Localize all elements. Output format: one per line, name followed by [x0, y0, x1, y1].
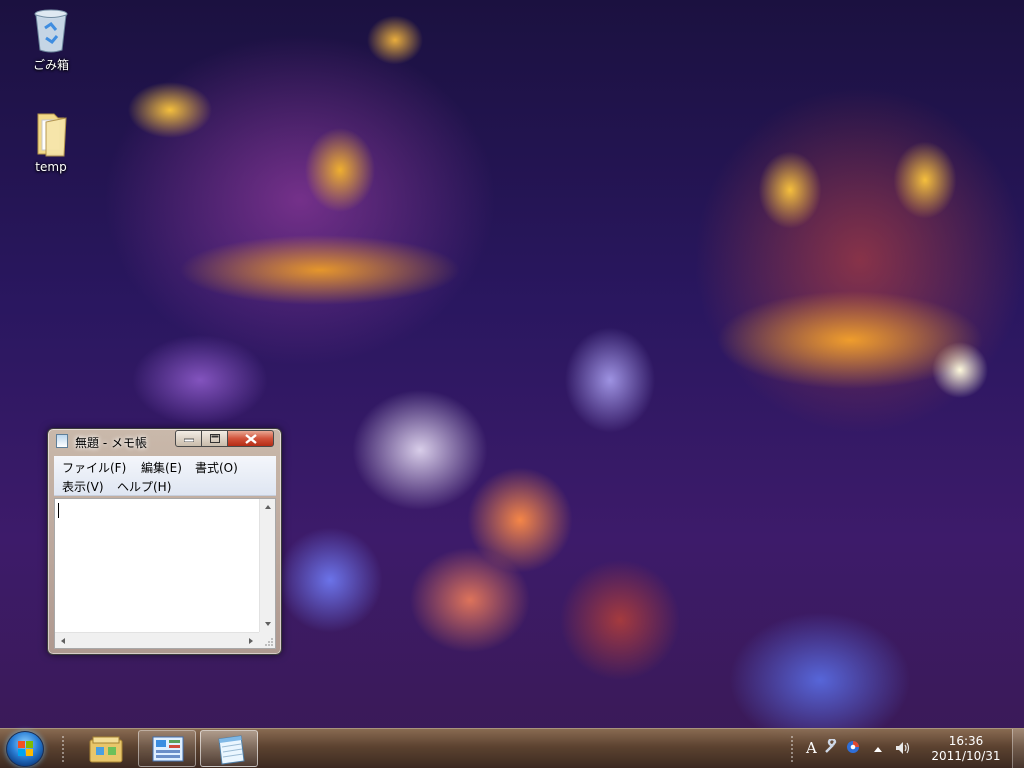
show-desktop-button[interactable]: [1012, 729, 1024, 768]
desktop-icon-recycle-bin[interactable]: ごみ箱: [13, 8, 89, 73]
notepad-icon: [218, 735, 245, 765]
close-button[interactable]: [227, 430, 274, 447]
clock-date: 2011/10/31: [931, 749, 1001, 763]
system-clock[interactable]: 16:36 2011/10/31: [926, 734, 1006, 764]
clock-time: 16:36: [948, 734, 984, 748]
control-panel-icon: [152, 736, 184, 762]
scroll-right-icon[interactable]: [249, 638, 253, 644]
desktop-icon-label: temp: [35, 160, 67, 174]
taskbar-button-control-panel[interactable]: [138, 730, 196, 767]
start-button[interactable]: [6, 731, 44, 767]
window-title: 無題 - メモ帳: [75, 436, 147, 450]
resize-grip-icon: [265, 638, 273, 646]
size-grip[interactable]: [259, 632, 275, 648]
ime-mode-indicator[interactable]: A: [806, 739, 817, 757]
desktop-icon-label: ごみ箱: [32, 58, 69, 72]
minimize-icon: [183, 438, 194, 442]
taskbar-button-notepad[interactable]: [200, 730, 258, 767]
text-editor-area[interactable]: [54, 498, 276, 649]
windows-explorer-icon: [89, 736, 123, 763]
maximize-button[interactable]: [201, 430, 228, 447]
ime-tools-icon: [825, 738, 837, 753]
taskbar: A 16:36 2011/10/31: [0, 728, 1024, 768]
ime-tools-button[interactable]: [823, 738, 839, 759]
windows-start-orb-icon: [18, 741, 33, 756]
ime-status-button[interactable]: [845, 739, 861, 759]
title-bar[interactable]: 無題 - メモ帳: [48, 429, 281, 453]
menu-view[interactable]: 表示(V): [59, 477, 107, 496]
scroll-up-icon[interactable]: [265, 505, 271, 509]
text-caret: [58, 503, 59, 518]
menu-edit[interactable]: 編集(E): [138, 458, 185, 477]
notepad-window[interactable]: 無題 - メモ帳 ファイル(F) 編集(E) 書式(O) 表示(V) ヘルプ(H…: [47, 428, 282, 655]
ime-status-icon: [847, 741, 859, 753]
volume-icon: [896, 742, 910, 754]
vertical-scrollbar[interactable]: [259, 499, 275, 632]
taskbar-grip: [61, 735, 65, 763]
notepad-icon: [56, 434, 68, 448]
maximize-icon: [209, 434, 220, 443]
show-hidden-icons-button[interactable]: [873, 742, 883, 757]
show-hidden-icons-icon: [874, 747, 882, 752]
close-icon: [244, 433, 257, 444]
desktop-icon-temp-folder[interactable]: temp: [13, 110, 89, 174]
horizontal-scrollbar[interactable]: [55, 632, 259, 648]
menu-format[interactable]: 書式(O): [192, 458, 241, 477]
taskbar-button-explorer[interactable]: [76, 730, 134, 767]
recycle-bin-icon: [34, 9, 68, 53]
tray-grip: [790, 735, 794, 763]
menu-help[interactable]: ヘルプ(H): [114, 477, 174, 496]
scroll-down-icon[interactable]: [265, 622, 271, 626]
scroll-left-icon[interactable]: [61, 638, 65, 644]
folder-icon: [37, 113, 67, 157]
menu-file[interactable]: ファイル(F): [59, 458, 129, 477]
menu-bar: ファイル(F) 編集(E) 書式(O) 表示(V) ヘルプ(H): [54, 456, 276, 496]
minimize-button[interactable]: [175, 430, 202, 447]
volume-button[interactable]: [894, 740, 912, 760]
